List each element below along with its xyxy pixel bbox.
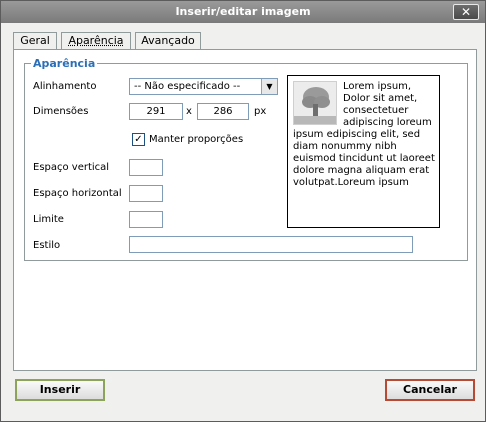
checkmark-icon: ✓: [134, 134, 143, 145]
dialog-titlebar: Inserir/editar imagem ✕: [1, 1, 485, 23]
tab-label: Geral: [20, 34, 50, 47]
tab-label: Avançado: [141, 34, 195, 47]
tab-aparencia[interactable]: Aparência: [61, 32, 131, 50]
width-input[interactable]: 291: [129, 103, 183, 120]
chevron-down-icon: ▼: [261, 79, 277, 94]
style-input[interactable]: [129, 236, 413, 253]
vspace-label: Espaço vertical: [33, 162, 110, 173]
appearance-fieldset: Aparência Alinhamento -- Não especificad…: [24, 57, 468, 261]
height-input[interactable]: 286: [197, 103, 249, 120]
cancel-button[interactable]: Cancelar: [385, 379, 475, 401]
tab-label: Aparência: [68, 34, 124, 47]
fieldset-legend: Aparência: [31, 57, 98, 70]
alignment-label: Alinhamento: [33, 81, 97, 92]
style-label: Estilo: [33, 240, 61, 251]
alignment-value: -- Não especificado --: [134, 81, 241, 92]
alignment-select[interactable]: -- Não especificado -- ▼: [129, 78, 278, 95]
tab-geral[interactable]: Geral: [13, 32, 57, 49]
vspace-input[interactable]: [129, 159, 163, 176]
hspace-input[interactable]: [129, 185, 163, 202]
border-input[interactable]: [129, 211, 163, 228]
keep-proportions-label: Manter proporções: [149, 134, 244, 145]
tab-panel: Aparência Alinhamento -- Não especificad…: [13, 49, 477, 371]
tree-image-icon: [293, 81, 337, 125]
image-dialog: Inserir/editar imagem ✕ Geral Aparência …: [0, 0, 486, 422]
keep-proportions-checkbox[interactable]: ✓: [132, 133, 145, 146]
times-sign: x: [186, 106, 192, 117]
dimensions-label: Dimensões: [33, 106, 89, 117]
hspace-label: Espaço horizontal: [33, 188, 122, 199]
close-icon: ✕: [460, 5, 472, 19]
close-button[interactable]: ✕: [453, 4, 479, 20]
unit-label: px: [254, 106, 267, 117]
image-preview: Lorem ipsum, Dolor sit amet, consectetue…: [287, 75, 440, 228]
insert-button[interactable]: Inserir: [15, 379, 105, 401]
border-label: Limite: [33, 214, 64, 225]
tab-avancado[interactable]: Avançado: [135, 32, 201, 49]
dialog-title: Inserir/editar imagem: [175, 5, 311, 18]
